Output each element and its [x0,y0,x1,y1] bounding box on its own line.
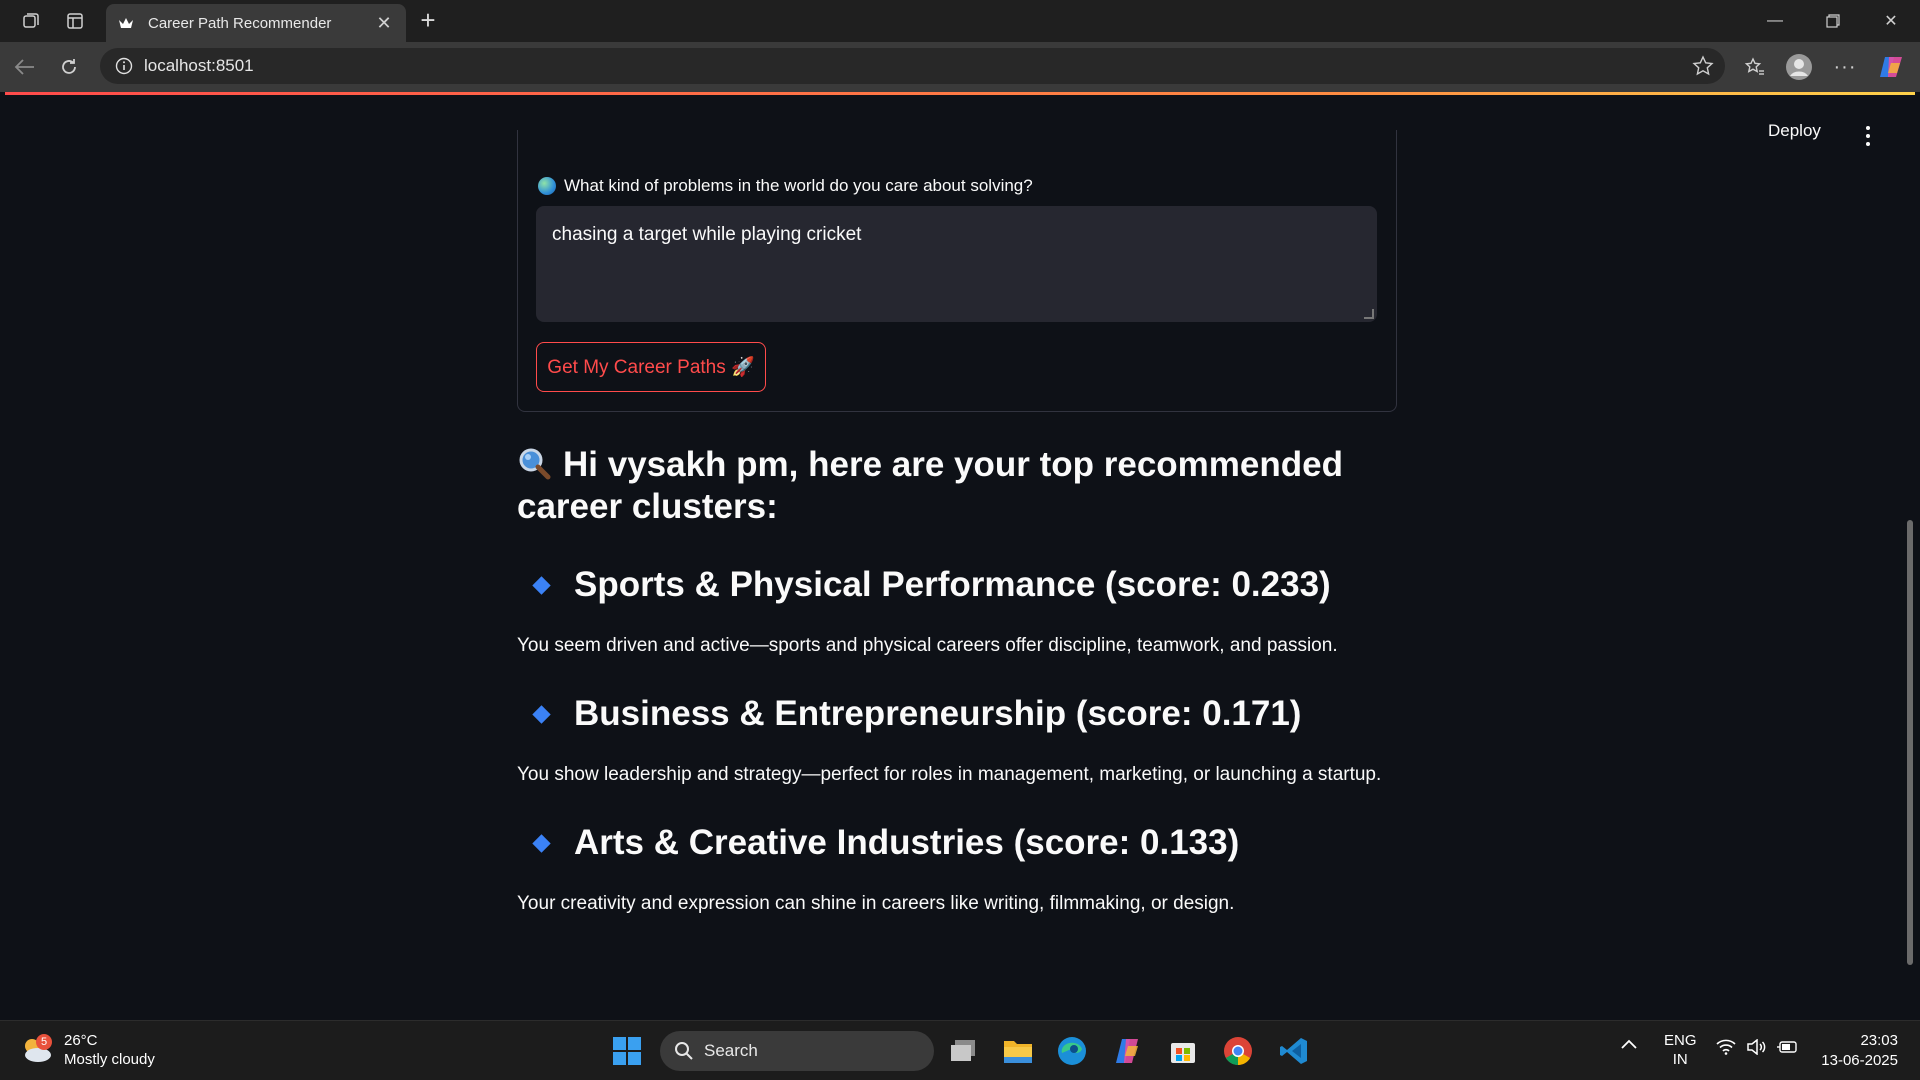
clock-date: 13-06-2025 [1821,1052,1898,1069]
chrome-icon[interactable] [1218,1031,1258,1071]
workspaces-icon[interactable] [18,8,44,34]
system-clock[interactable]: 23:03 13-06-2025 [1812,1031,1898,1071]
new-tab-icon[interactable]: + [414,5,442,35]
favorites-icon[interactable] [1740,52,1770,82]
back-icon[interactable] [10,52,40,82]
copilot-icon[interactable] [1876,52,1906,82]
question-label: What kind of problems in the world do yo… [538,176,1033,196]
more-options-icon[interactable]: ··· [1830,52,1860,82]
cluster-title: Arts & Creative Industries (score: 0.133… [574,823,1240,862]
close-tab-icon[interactable]: ✕ [374,13,394,33]
battery-icon[interactable] [1776,1039,1798,1059]
url-text: localhost:8501 [144,56,254,75]
deploy-button[interactable]: Deploy [1768,121,1821,141]
windows-taskbar: 5 26°C Mostly cloudy Search ENG IN 23:03… [0,1020,1920,1080]
minimize-icon[interactable]: — [1746,0,1804,42]
cluster-title: Business & Entrepreneurship (score: 0.17… [574,694,1302,733]
input-language[interactable]: ENG IN [1664,1031,1697,1069]
cluster-description: Your creativity and expression can shine… [517,893,1235,914]
weather-badge: 5 [36,1034,52,1050]
globe-icon [538,177,556,195]
profile-avatar-icon[interactable] [1784,52,1814,82]
weather-temp: 26°C [64,1032,98,1049]
results-heading: Hi vysakh pm, here are your top recommen… [517,445,1343,526]
vertical-tabs-icon[interactable] [62,8,88,34]
resize-handle-icon[interactable] [1364,309,1374,319]
taskbar-search[interactable]: Search [660,1031,934,1071]
file-explorer-icon[interactable] [998,1031,1038,1071]
task-view-icon[interactable] [944,1031,984,1071]
favorite-star-icon[interactable] [1691,54,1715,78]
reload-icon[interactable] [54,52,84,82]
edge-browser-icon[interactable] [1052,1031,1092,1071]
cluster-description: You seem driven and active—sports and ph… [517,635,1338,656]
copilot-app-icon[interactable] [1108,1031,1148,1071]
browser-tab-bar: Career Path Recommender ✕ + — ✕ [0,0,1920,42]
browser-nav-bar: localhost:8501 ··· [0,42,1920,92]
tab-title: Career Path Recommender [148,14,332,32]
page-scrollbar[interactable] [1907,520,1913,965]
cluster-item: Sports & Physical Performance (score: 0.… [517,565,1338,657]
main-menu-icon[interactable] [1858,124,1878,148]
show-hidden-icons[interactable] [1620,1037,1638,1054]
wifi-icon[interactable] [1716,1039,1736,1059]
address-bar[interactable]: localhost:8501 [100,48,1725,84]
vscode-icon[interactable] [1274,1031,1314,1071]
browser-tab[interactable]: Career Path Recommender ✕ [106,4,406,42]
cluster-description: You show leadership and strategy—perfect… [517,764,1382,785]
cluster-title: Sports & Physical Performance (score: 0.… [574,565,1331,604]
diamond-icon [532,704,551,724]
microsoft-store-icon[interactable] [1163,1031,1203,1071]
close-window-icon[interactable]: ✕ [1862,0,1920,42]
volume-icon[interactable] [1746,1038,1766,1059]
diamond-icon [532,575,551,595]
cluster-item: Arts & Creative Industries (score: 0.133… [517,823,1239,915]
start-button[interactable] [607,1031,647,1071]
restore-icon[interactable] [1804,0,1862,42]
clock-time: 23:03 [1860,1032,1898,1049]
weather-widget[interactable]: 5 26°C Mostly cloudy [20,1031,155,1069]
weather-desc: Mostly cloudy [64,1051,155,1068]
magnifier-icon [517,446,551,480]
site-info-icon[interactable] [114,56,134,76]
get-career-paths-button[interactable]: Get My Career Paths 🚀 [536,342,766,392]
streamlit-crown-icon [118,15,134,31]
problems-textarea[interactable]: chasing a target while playing cricket [536,206,1377,322]
search-label: Search [704,1041,758,1060]
weather-cloud-icon: 5 [20,1034,54,1064]
diamond-icon [532,833,551,853]
search-icon [675,1042,693,1060]
cluster-item: Business & Entrepreneurship (score: 0.17… [517,694,1381,786]
